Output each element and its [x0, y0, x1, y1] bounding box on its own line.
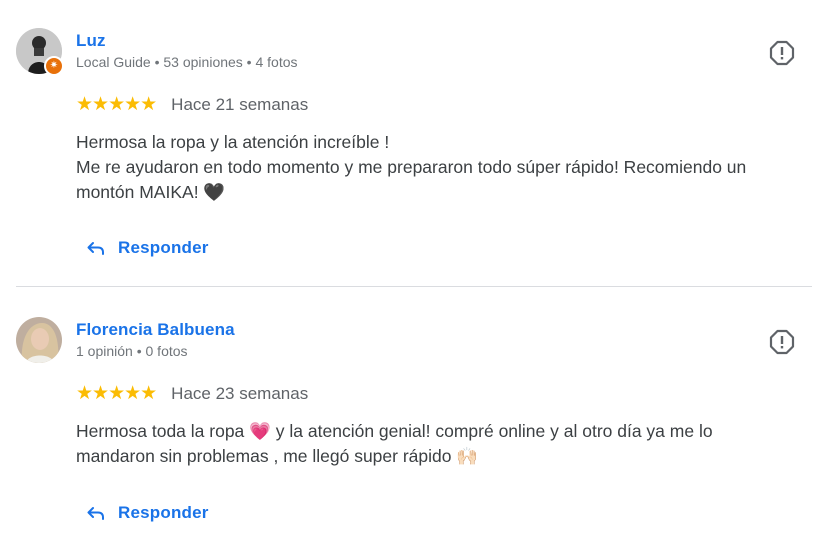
reply-button[interactable]: Responder	[86, 238, 209, 258]
rating-row: ★★★★★ Hace 21 semanas	[76, 93, 308, 116]
star-rating: ★★★★★	[76, 383, 157, 404]
rating-row: ★★★★★ Hace 23 semanas	[76, 382, 308, 405]
review-text: Hermosa toda la ropa 💗 y la atención gen…	[76, 419, 796, 469]
reply-arrow-icon	[87, 242, 104, 255]
review-text-line: montón MAIKA! 🖤	[76, 182, 226, 202]
review-date: Hace 23 semanas	[171, 383, 309, 403]
reply-label: Responder	[118, 238, 209, 257]
reviewer-name[interactable]: Luz	[76, 31, 106, 51]
star-rating: ★★★★★	[76, 94, 157, 115]
reviewer-name[interactable]: Florencia Balbuena	[76, 320, 235, 340]
review-text-line: mandaron sin problemas , me llegó super …	[76, 446, 479, 466]
reply-arrow-icon	[87, 507, 104, 520]
local-guide-star-icon: ✷	[44, 56, 64, 76]
review-text-line: Me re ayudaron en todo momento y me prep…	[76, 157, 747, 177]
report-icon[interactable]	[769, 329, 795, 355]
review-text-line: Hermosa toda la ropa 💗 y la atención gen…	[76, 421, 713, 441]
divider	[16, 286, 812, 287]
avatar-photo	[16, 317, 62, 363]
avatar[interactable]: ✷	[16, 28, 64, 76]
reply-button[interactable]: Responder	[86, 503, 209, 523]
reviewer-meta: 1 opinión • 0 fotos	[76, 343, 188, 359]
review-text: Hermosa la ropa y la atención increíble …	[76, 130, 796, 205]
review-date: Hace 21 semanas	[171, 94, 309, 114]
report-icon[interactable]	[769, 40, 795, 66]
reviewer-meta: Local Guide • 53 opiniones • 4 fotos	[76, 54, 298, 70]
reply-label: Responder	[118, 503, 209, 522]
review-text-line: Hermosa la ropa y la atención increíble …	[76, 132, 390, 152]
avatar[interactable]	[16, 317, 62, 363]
